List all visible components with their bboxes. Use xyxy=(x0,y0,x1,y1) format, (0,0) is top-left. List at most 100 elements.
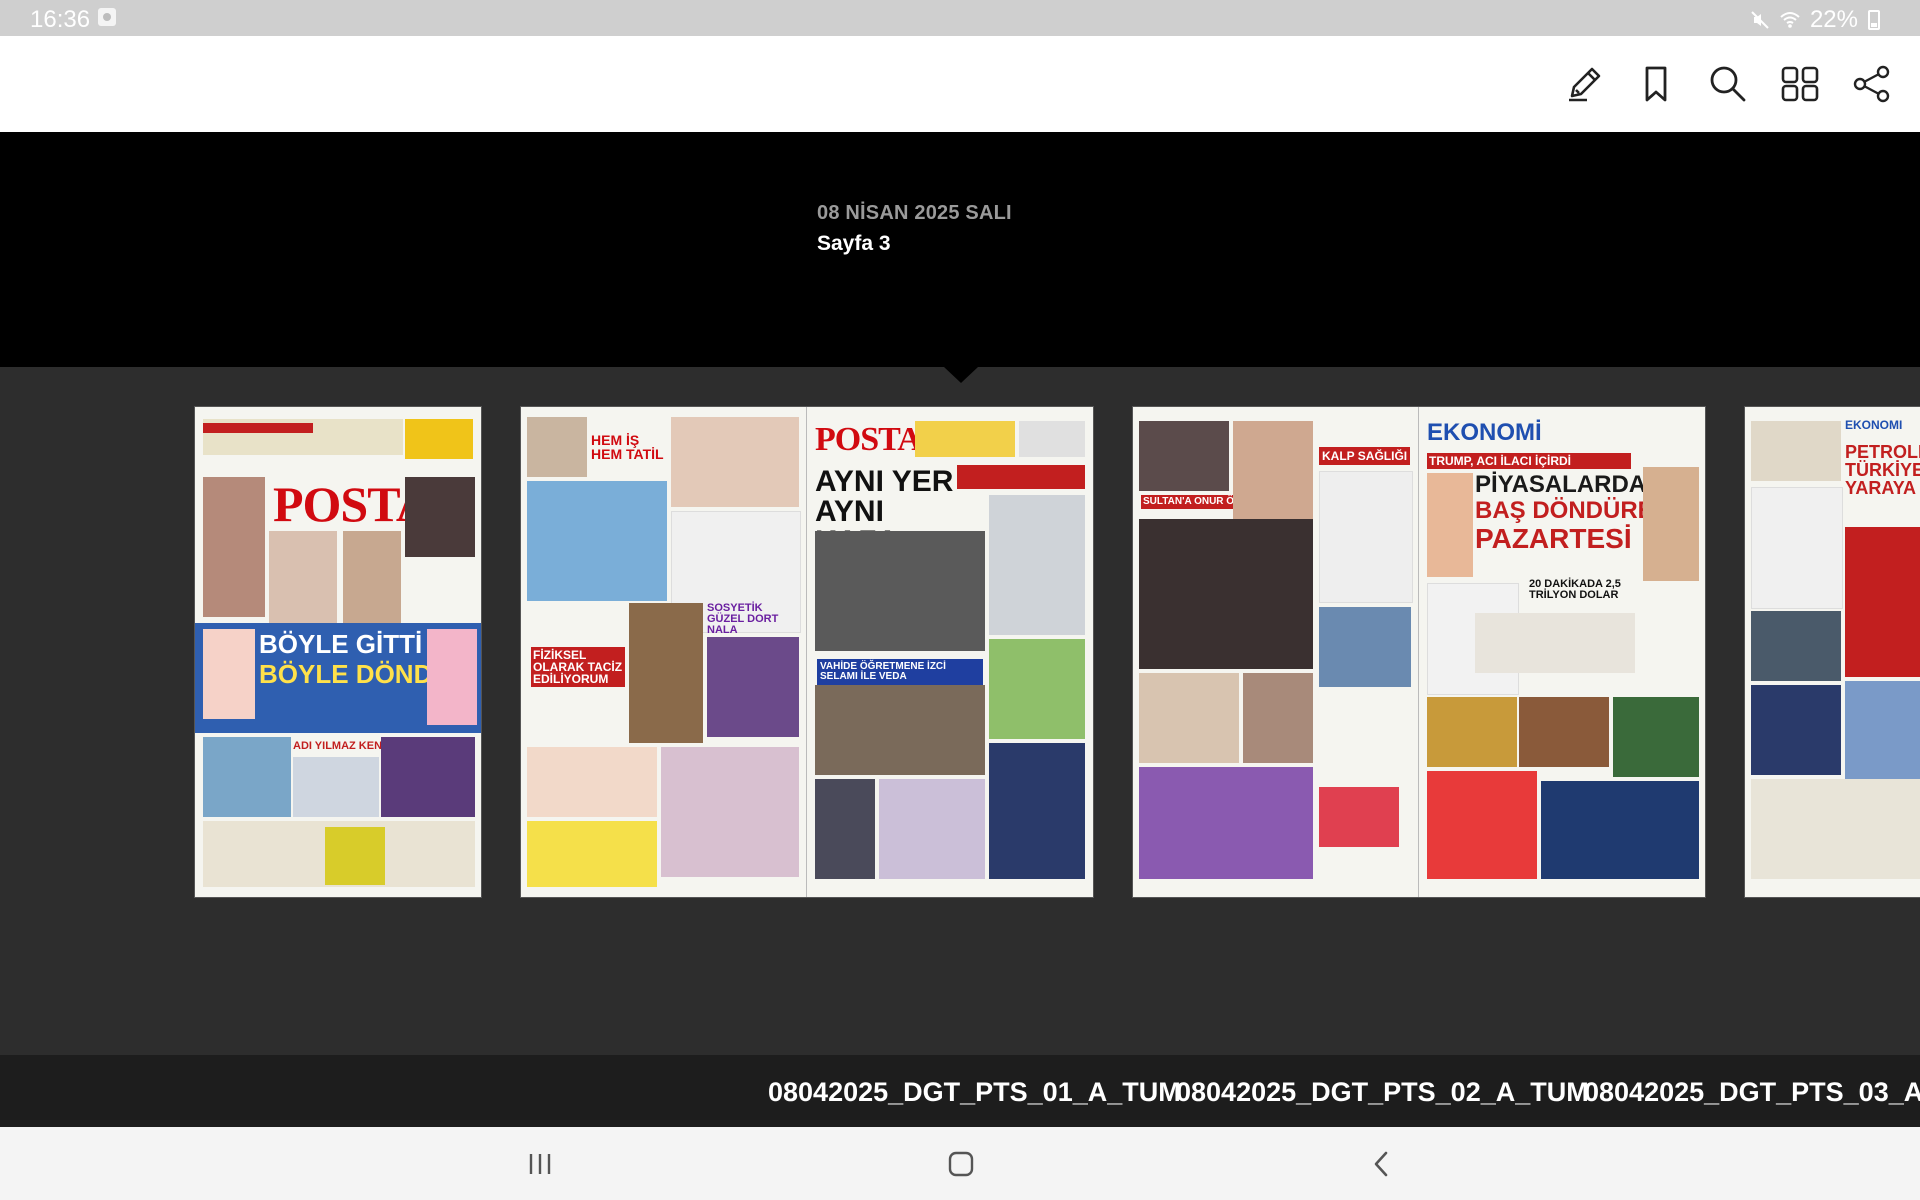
page-kicker: TRUMP, ACI İLACI İÇİRDİ xyxy=(1427,453,1631,469)
newspaper-page: HEM İŞ HEM TATİL FİZİKSEL OLARAK TACİZ E… xyxy=(521,407,807,897)
page-headline: PİYASALARDA xyxy=(1475,471,1647,498)
page-subhead: 20 DAKİKADA 2,5 TRİLYON DOLAR xyxy=(1529,578,1621,601)
status-bar: 16:36 22% xyxy=(0,0,1920,36)
status-right: 22% xyxy=(1750,6,1880,34)
filename-page-3[interactable]: 08042025_DGT_PTS_03_A_TUM xyxy=(1584,1077,1920,1108)
photo-block xyxy=(1845,681,1920,781)
photo-block xyxy=(1541,781,1699,879)
page-headline: KALP SAĞLIĞI xyxy=(1319,447,1411,465)
page-block xyxy=(1019,421,1085,457)
back-icon[interactable] xyxy=(1352,1145,1412,1183)
photo-block xyxy=(527,821,657,887)
page-subhead: FİZİKSEL OLARAK TACİZ EDİLİYORUM xyxy=(531,647,625,687)
page-subhead: VAHİDE ÖĞRETMENE İZCİ SELAMI İLE VEDA xyxy=(817,659,983,685)
status-time: 16:36 xyxy=(30,6,91,33)
photo-block xyxy=(671,417,799,507)
page-block xyxy=(957,465,1085,489)
photo-block xyxy=(1319,787,1399,847)
photo-block xyxy=(1751,685,1841,775)
page-headline: PETROLDEKİ TÜRKİYE YARAYA xyxy=(1845,442,1920,498)
photo-block xyxy=(527,481,667,601)
photo-block xyxy=(1139,767,1313,879)
photo-block xyxy=(381,737,475,817)
photo-block xyxy=(815,779,875,879)
battery-icon xyxy=(1868,10,1880,30)
photo-block xyxy=(1751,611,1841,681)
photo-block xyxy=(1139,519,1313,669)
system-nav-bar xyxy=(0,1127,1920,1200)
page-headline: BAŞ DÖNDÜREN xyxy=(1475,497,1672,524)
page-section: EKONOMİ xyxy=(1427,419,1542,446)
newspaper-page: Ekonomi PETROLDEKİ TÜRKİYE YARAYA xyxy=(1745,407,1920,897)
bookmark-icon[interactable] xyxy=(1630,58,1682,110)
photo-block xyxy=(1427,771,1537,879)
filename-page-1[interactable]: 08042025_DGT_PTS_01_A_TUM xyxy=(768,1077,1181,1108)
page-thumbnail-1[interactable]: POSTA BÖYLE GİTTİ BÖYLE DÖNDÜ ADI YILMAZ… xyxy=(195,407,481,897)
photo-block xyxy=(1643,467,1699,581)
page-tag: SOSYETİK GÜZEL DORT NALA xyxy=(707,602,779,636)
photo-block xyxy=(1427,473,1473,577)
page-block xyxy=(1319,471,1413,603)
page-thumbnail-2-3[interactable]: HEM İŞ HEM TATİL FİZİKSEL OLARAK TACİZ E… xyxy=(521,407,1093,897)
photo-block xyxy=(325,827,385,885)
reader-toolbar xyxy=(0,36,1920,132)
photo-block xyxy=(1319,607,1411,687)
search-icon[interactable] xyxy=(1702,58,1754,110)
issue-header: 08 NİSAN 2025 SALI Sayfa 3 xyxy=(0,132,1920,367)
notification-icon xyxy=(98,8,116,26)
mute-icon xyxy=(1751,11,1769,29)
photo-block xyxy=(989,743,1085,879)
recent-apps-icon[interactable] xyxy=(510,1145,570,1183)
photo-block xyxy=(343,531,401,623)
grid-view-icon[interactable] xyxy=(1774,58,1826,110)
photo-block xyxy=(1243,673,1313,763)
photo-block xyxy=(629,603,703,743)
photo-block xyxy=(661,747,799,877)
photo-block xyxy=(1613,697,1699,777)
photo-block xyxy=(203,477,265,617)
photo-block xyxy=(989,495,1085,635)
page-headline: PAZARTESİ xyxy=(1475,523,1632,554)
page-thumbnail-6[interactable]: Ekonomi PETROLDEKİ TÜRKİYE YARAYA xyxy=(1745,407,1920,897)
filename-page-2[interactable]: 08042025_DGT_PTS_02_A_TUM xyxy=(1176,1077,1589,1108)
photo-block xyxy=(269,531,337,623)
page-block xyxy=(1751,421,1841,481)
home-icon[interactable] xyxy=(931,1145,991,1183)
newspaper-page: EKONOMİ TRUMP, ACI İLACI İÇİRDİ PİYASALA… xyxy=(1419,407,1705,897)
page-block xyxy=(915,421,1015,457)
share-icon[interactable] xyxy=(1846,58,1898,110)
photo-block xyxy=(1475,613,1635,673)
current-page-indicator xyxy=(944,367,978,383)
photo-block xyxy=(1845,527,1920,677)
wifi-icon xyxy=(1780,12,1800,28)
page-headline: HEM İŞ HEM TATİL xyxy=(591,432,664,462)
photo-block xyxy=(203,737,291,817)
photo-block xyxy=(707,637,799,737)
page-thumbnail-strip[interactable]: POSTA BÖYLE GİTTİ BÖYLE DÖNDÜ ADI YILMAZ… xyxy=(0,367,1920,1055)
photo-block xyxy=(405,477,475,557)
photo-block xyxy=(527,747,657,817)
pen-edit-icon[interactable] xyxy=(1558,58,1610,110)
photo-block xyxy=(527,417,587,477)
photo-block xyxy=(1427,697,1517,767)
masthead: POSTA xyxy=(815,421,922,458)
page-thumbnail-4-5[interactable]: SULTAN'A ONUR ÖDÜLÜ KALP SAĞLIĞI EKONOMİ… xyxy=(1133,407,1705,897)
page-block xyxy=(1751,487,1843,609)
photo-block xyxy=(203,629,255,719)
photo-block xyxy=(1139,421,1229,491)
photo-block xyxy=(815,531,985,651)
page-filename-bar: 08042025_DGT_PTS_01_A_TUM 08042025_DGT_P… xyxy=(0,1055,1920,1127)
current-page-label: Sayfa 3 xyxy=(817,232,891,255)
photo-block xyxy=(1139,673,1239,763)
photo-block xyxy=(1519,697,1609,767)
photo-block xyxy=(293,757,379,817)
page-headline: BÖYLE DÖNDÜ xyxy=(259,659,452,689)
battery-percent: 22% xyxy=(1809,6,1858,33)
page-headline: BÖYLE GİTTİ xyxy=(259,629,423,659)
page-block xyxy=(1751,779,1920,879)
newspaper-page: SULTAN'A ONUR ÖDÜLÜ KALP SAĞLIĞI xyxy=(1133,407,1419,897)
issue-date: 08 NİSAN 2025 SALI xyxy=(817,202,1012,224)
photo-block xyxy=(879,779,985,879)
photo-block xyxy=(427,629,477,725)
page-block xyxy=(203,423,313,433)
